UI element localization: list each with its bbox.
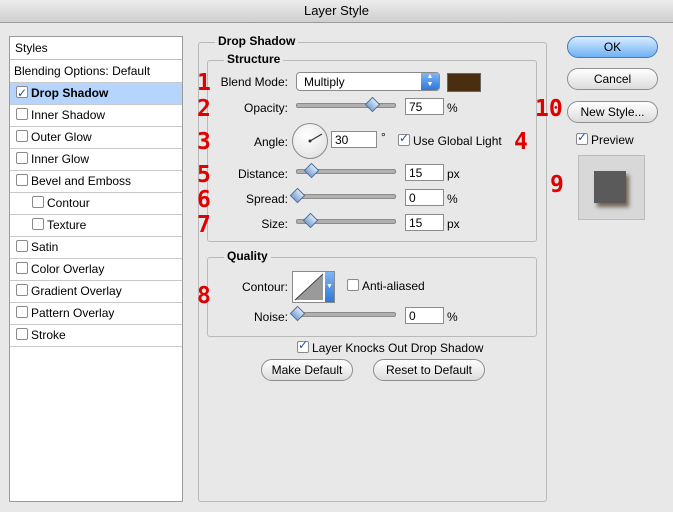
drop-shadow-checkbox[interactable] (16, 83, 28, 104)
size-label: Size: (261, 217, 288, 231)
annotation-10: 10 (535, 96, 563, 122)
annotation-4: 4 (514, 129, 528, 155)
preview-square (594, 171, 626, 203)
style-item-color-overlay[interactable]: Color Overlay (10, 259, 182, 281)
blend-mode-select[interactable]: Multiply ▲ ▼ (296, 72, 440, 91)
annotation-6: 6 (197, 187, 211, 213)
annotation-8: 8 (197, 283, 211, 309)
quality-title: Quality (224, 249, 271, 263)
annotation-3: 3 (197, 129, 211, 155)
angle-input[interactable]: 30 (331, 131, 377, 148)
spread-input[interactable]: 0 (405, 189, 444, 206)
use-global-light[interactable]: Use Global Light (398, 131, 502, 148)
style-item-texture[interactable]: Texture (10, 215, 182, 237)
contour-label: Contour: (241, 280, 288, 294)
contour-picker[interactable]: ▼ (292, 271, 335, 303)
opacity-label: Opacity: (243, 101, 288, 115)
drop-shadow-title: Drop Shadow (215, 34, 299, 48)
style-item-pattern-overlay[interactable]: Pattern Overlay (10, 303, 182, 325)
distance-label: Distance: (237, 167, 288, 181)
style-item-bevel-emboss[interactable]: Bevel and Emboss (10, 171, 182, 193)
angle-dial[interactable] (292, 123, 328, 159)
angle-label: Angle: (253, 135, 288, 149)
noise-label: Noise: (253, 310, 288, 324)
pattern-overlay-checkbox[interactable] (16, 306, 28, 318)
reset-default-button[interactable]: Reset to Default (373, 359, 485, 381)
select-arrows-icon: ▲ ▼ (421, 73, 439, 90)
distance-input[interactable]: 15 (405, 164, 444, 181)
size-unit: px (447, 217, 460, 231)
noise-unit: % (447, 310, 458, 324)
quality-group (207, 257, 537, 337)
blend-mode-value: Multiply (304, 75, 345, 89)
annotation-7: 7 (197, 212, 211, 238)
contour-checkbox[interactable] (32, 196, 44, 208)
style-item-outer-glow[interactable]: Outer Glow (10, 127, 182, 149)
inner-glow-checkbox[interactable] (16, 152, 28, 164)
opacity-slider[interactable] (296, 103, 396, 108)
style-item-inner-glow[interactable]: Inner Glow (10, 149, 182, 171)
opacity-input[interactable]: 75 (405, 98, 444, 115)
shadow-color-swatch[interactable] (447, 73, 481, 92)
anti-aliased[interactable]: Anti-aliased (347, 279, 425, 293)
style-item-satin[interactable]: Satin (10, 237, 182, 259)
style-item-stroke[interactable]: Stroke (10, 325, 182, 347)
cancel-button[interactable]: Cancel (567, 68, 658, 90)
annotation-9: 9 (550, 172, 564, 198)
distance-unit: px (447, 167, 460, 181)
use-global-light-checkbox[interactable] (398, 131, 410, 146)
preview-checkbox[interactable] (576, 130, 588, 145)
blend-mode-label: Blend Mode: (220, 75, 288, 89)
spread-slider[interactable] (296, 194, 396, 199)
angle-unit: ° (381, 130, 386, 144)
opacity-unit: % (447, 101, 458, 115)
anti-aliased-checkbox[interactable] (347, 279, 359, 291)
style-item-contour[interactable]: Contour (10, 193, 182, 215)
inner-shadow-checkbox[interactable] (16, 108, 28, 120)
contour-dropdown-icon[interactable]: ▼ (325, 272, 334, 302)
styles-header[interactable]: Styles (10, 37, 182, 60)
structure-title: Structure (224, 52, 284, 66)
annotation-2: 2 (197, 96, 211, 122)
ok-button[interactable]: OK (567, 36, 658, 58)
annotation-1: 1 (197, 70, 211, 96)
annotation-5: 5 (197, 162, 211, 188)
outer-glow-checkbox[interactable] (16, 130, 28, 142)
style-item-drop-shadow[interactable]: Drop Shadow (10, 83, 182, 105)
bevel-emboss-checkbox[interactable] (16, 174, 28, 186)
blending-options-item[interactable]: Blending Options: Default (10, 60, 182, 83)
gradient-overlay-checkbox[interactable] (16, 284, 28, 296)
window-title: Layer Style (0, 0, 673, 23)
style-item-inner-shadow[interactable]: Inner Shadow (10, 105, 182, 127)
spread-unit: % (447, 192, 458, 206)
noise-input[interactable]: 0 (405, 307, 444, 324)
preview-thumbnail (578, 155, 645, 220)
spread-label: Spread: (245, 192, 288, 206)
color-overlay-checkbox[interactable] (16, 262, 28, 274)
noise-slider[interactable] (296, 312, 396, 317)
layer-knocks-out[interactable]: Layer Knocks Out Drop Shadow (297, 338, 483, 355)
styles-list: Styles Blending Options: Default Drop Sh… (9, 36, 183, 502)
stroke-checkbox[interactable] (16, 328, 28, 340)
preview-toggle[interactable]: Preview (576, 130, 634, 147)
satin-checkbox[interactable] (16, 240, 28, 252)
layer-knocks-out-checkbox[interactable] (297, 338, 309, 353)
new-style-button[interactable]: New Style... (567, 101, 658, 123)
make-default-button[interactable]: Make Default (261, 359, 353, 381)
size-input[interactable]: 15 (405, 214, 444, 231)
style-item-gradient-overlay[interactable]: Gradient Overlay (10, 281, 182, 303)
texture-checkbox[interactable] (32, 218, 44, 230)
